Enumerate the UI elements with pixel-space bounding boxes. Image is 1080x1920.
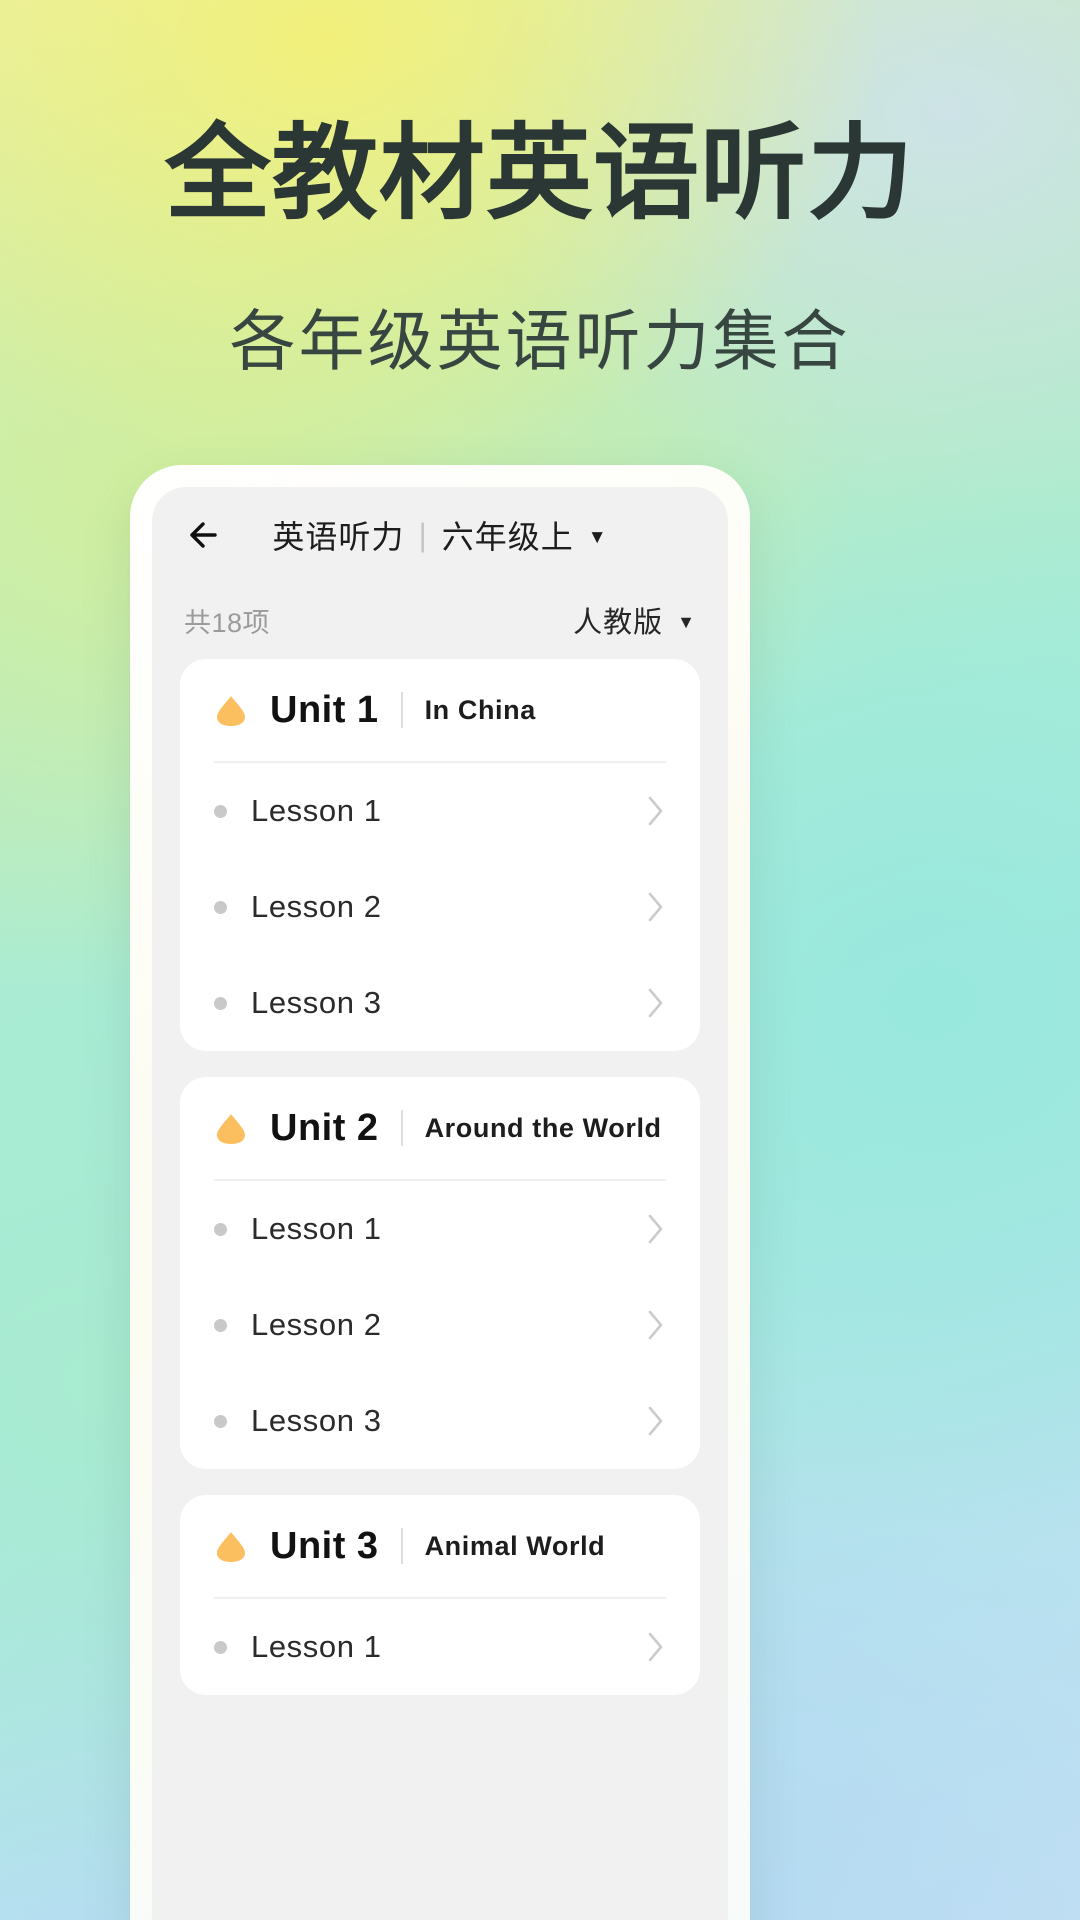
unit-card: Unit 3 Animal World Lesson 1: [180, 1495, 700, 1695]
bullet-dot-icon: [214, 1640, 227, 1654]
bullet-dot-icon: [214, 996, 227, 1010]
lesson-row[interactable]: Lesson 2: [214, 859, 666, 955]
lesson-label: Lesson 2: [251, 1307, 382, 1342]
lesson-row[interactable]: Lesson 1: [214, 763, 666, 859]
unit-english-title: In China: [424, 694, 536, 725]
chevron-down-icon: ▼: [587, 526, 608, 548]
lesson-label: Lesson 1: [251, 1211, 382, 1246]
navbar-grade-value: 六年级上: [441, 519, 574, 555]
chevron-down-icon: ▼: [677, 612, 696, 632]
lesson-label: Lesson 3: [251, 1403, 382, 1438]
drop-icon: [214, 1529, 248, 1563]
bullet-dot-icon: [214, 1222, 227, 1236]
page-subtitle: 各年级英语听力集合: [229, 304, 851, 378]
publisher-value: 人教版: [573, 607, 664, 639]
drop-icon: [214, 693, 248, 727]
chevron-right-icon: [644, 890, 666, 924]
lesson-label: Lesson 1: [251, 793, 382, 828]
lesson-row[interactable]: Lesson 1: [214, 1599, 666, 1695]
back-arrow-icon[interactable]: [178, 512, 224, 558]
unit-english-title: Animal World: [424, 1530, 606, 1561]
chevron-right-icon: [644, 1212, 666, 1246]
bullet-dot-icon: [214, 804, 227, 818]
unit-name: Unit 1: [270, 688, 379, 731]
unit-divider: [400, 1528, 403, 1564]
unit-header[interactable]: Unit 3 Animal World: [214, 1495, 666, 1599]
drop-icon: [214, 1111, 248, 1145]
item-count-label: 共18项: [184, 607, 271, 638]
page-title: 全教材英语听力: [165, 116, 915, 232]
chevron-right-icon: [644, 986, 666, 1020]
unit-english-title: Around the World: [424, 1112, 662, 1143]
navbar-title[interactable]: 英语听力 | 六年级上 ▼: [152, 512, 728, 558]
bullet-dot-icon: [214, 900, 227, 914]
phone-mockup: 英语听力 | 六年级上 ▼ 共18项 人教版 ▼ Unit 1 In China L…: [130, 465, 750, 1920]
headline-block: 全教材英语听力: [0, 116, 1080, 232]
chevron-right-icon: [644, 1308, 666, 1342]
bullet-dot-icon: [214, 1414, 227, 1428]
unit-divider: [400, 1110, 403, 1146]
navbar-title-separator: |: [418, 516, 428, 553]
chevron-right-icon: [644, 1404, 666, 1438]
unit-card: Unit 1 In China Lesson 1 Lesson 2 Lesson 3: [180, 659, 700, 1051]
chevron-right-icon: [644, 794, 666, 828]
unit-header[interactable]: Unit 2 Around the World: [214, 1077, 666, 1181]
unit-name: Unit 3: [270, 1524, 379, 1567]
navbar-title-main: 英语听力: [272, 519, 405, 555]
phone-screen: 英语听力 | 六年级上 ▼ 共18项 人教版 ▼ Unit 1 In China L…: [152, 487, 728, 1920]
unit-card: Unit 2 Around the World Lesson 1 Lesson 2 Le…: [180, 1077, 700, 1469]
filter-row: 共18项 人教版 ▼: [152, 583, 728, 659]
subtitle-block: 各年级英语听力集合: [0, 288, 1080, 384]
lesson-label: Lesson 3: [251, 985, 382, 1020]
app-navbar: 英语听力 | 六年级上 ▼: [152, 487, 728, 583]
poster-page: 全教材英语听力 各年级英语听力集合 英语听力 | 六年级上 ▼ 共18项 人教版…: [0, 0, 1080, 1920]
lesson-row[interactable]: Lesson 2: [214, 1277, 666, 1373]
publisher-selector[interactable]: 人教版 ▼: [573, 599, 696, 641]
lesson-row[interactable]: Lesson 1: [214, 1181, 666, 1277]
lesson-label: Lesson 2: [251, 889, 382, 924]
unit-divider: [400, 692, 403, 728]
unit-header[interactable]: Unit 1 In China: [214, 659, 666, 763]
unit-name: Unit 2: [270, 1106, 379, 1149]
lesson-label: Lesson 1: [251, 1629, 382, 1664]
unit-list: Unit 1 In China Lesson 1 Lesson 2 Lesson 3 Un…: [152, 659, 728, 1695]
bullet-dot-icon: [214, 1318, 227, 1332]
chevron-right-icon: [644, 1630, 666, 1664]
lesson-row[interactable]: Lesson 3: [214, 1373, 666, 1469]
lesson-row[interactable]: Lesson 3: [214, 955, 666, 1051]
